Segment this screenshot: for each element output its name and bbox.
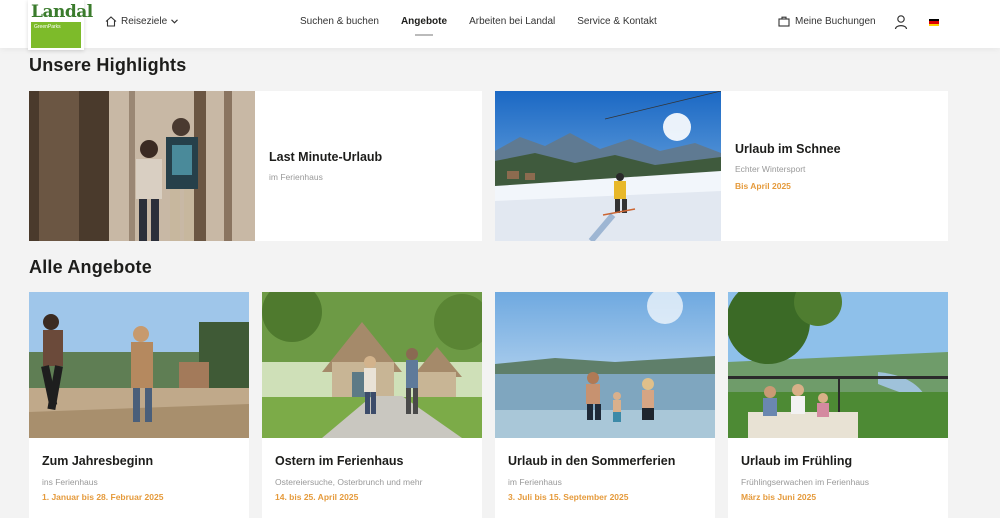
offer-title: Ostern im Ferienhaus: [275, 454, 404, 468]
destinations-label: Reiseziele: [121, 16, 168, 27]
offer-subtitle: ins Ferienhaus: [42, 477, 98, 487]
nav-service-contact[interactable]: Service & Kontakt: [577, 16, 656, 27]
offer-card-spring[interactable]: Urlaub im Frühling Frühlingserwachen im …: [728, 292, 948, 518]
family-holiday-house-image: [262, 292, 482, 438]
highlight-subtitle: Echter Wintersport: [735, 163, 806, 174]
offer-subtitle: im Ferienhaus: [508, 477, 562, 487]
offer-subtitle: Ostereiersuche, Osterbrunch und mehr: [275, 477, 423, 487]
offer-card-new-year[interactable]: Zum Jahresbeginn ins Ferienhaus 1. Janua…: [29, 292, 249, 518]
highlight-date: Bis April 2025: [735, 180, 791, 191]
top-header: Landal GreenParks Reiseziele Suchen & bu…: [0, 0, 1000, 50]
highlight-subtitle: im Ferienhaus: [269, 172, 323, 182]
offer-subtitle: Frühlingserwachen im Ferienhaus: [741, 477, 870, 487]
my-bookings-link[interactable]: Meine Buchungen: [778, 16, 876, 27]
suitcase-icon: [778, 16, 790, 27]
offer-title: Zum Jahresbeginn: [42, 454, 154, 468]
nav-careers[interactable]: Arbeiten bei Landal: [469, 16, 555, 27]
couple-forest-image: [29, 91, 255, 241]
my-bookings-label: Meine Buchungen: [795, 16, 876, 27]
offer-card-body: Urlaub in den Sommerferien im Ferienhaus…: [495, 438, 715, 502]
nav-search-book[interactable]: Suchen & buchen: [300, 16, 379, 27]
offer-title: Urlaub im Frühling: [741, 454, 853, 468]
offer-date: 3. Juli bis 15. September 2025: [508, 492, 629, 502]
highlight-title: Urlaub im Schnee: [735, 141, 841, 156]
family-picnic-view-image: [728, 292, 948, 438]
family-lake-image: [495, 292, 715, 438]
highlight-card-body: Last Minute-Urlaub im Ferienhaus: [255, 91, 482, 241]
skier-mountain-image: [495, 91, 721, 241]
german-flag-icon[interactable]: [929, 19, 939, 26]
destinations-dropdown[interactable]: Reiseziele: [105, 16, 179, 27]
highlight-title: Last Minute-Urlaub: [269, 150, 383, 164]
offer-title: Urlaub in den Sommerferien: [508, 454, 676, 468]
offer-card-easter[interactable]: Ostern im Ferienhaus Ostereiersuche, Ost…: [262, 292, 482, 518]
highlights-heading: Unsere Highlights: [29, 55, 187, 75]
main-navigation: Suchen & buchen Angebote Arbeiten bei La…: [300, 16, 657, 36]
offer-date: 1. Januar bis 28. Februar 2025: [42, 492, 164, 502]
offer-date: 14. bis 25. April 2025: [275, 492, 359, 502]
user-icon[interactable]: [894, 14, 908, 30]
offer-card-body: Urlaub im Frühling Frühlingserwachen im …: [728, 438, 948, 502]
offer-date: März bis Juni 2025: [741, 492, 817, 502]
all-offers-heading: Alle Angebote: [29, 257, 152, 277]
highlight-card-snow[interactable]: Urlaub im Schnee Echter Wintersport Bis …: [495, 91, 948, 241]
logo-subtitle: GreenParks: [34, 24, 61, 30]
offer-card-body: Ostern im Ferienhaus Ostereiersuche, Ost…: [262, 438, 482, 502]
offer-card-summer[interactable]: Urlaub in den Sommerferien im Ferienhaus…: [495, 292, 715, 518]
offer-card-body: Zum Jahresbeginn ins Ferienhaus 1. Janua…: [29, 438, 249, 502]
highlight-card-body: Urlaub im Schnee Echter Wintersport Bis …: [721, 91, 948, 241]
house-icon: [105, 16, 117, 27]
logo-wordmark: Landal: [31, 2, 93, 22]
landal-logo[interactable]: Landal GreenParks: [28, 0, 93, 50]
couple-running-image: [29, 292, 249, 438]
chevron-down-icon: [171, 19, 179, 24]
nav-offers[interactable]: Angebote: [401, 16, 447, 36]
highlight-card-last-minute[interactable]: Last Minute-Urlaub im Ferienhaus: [29, 91, 482, 241]
